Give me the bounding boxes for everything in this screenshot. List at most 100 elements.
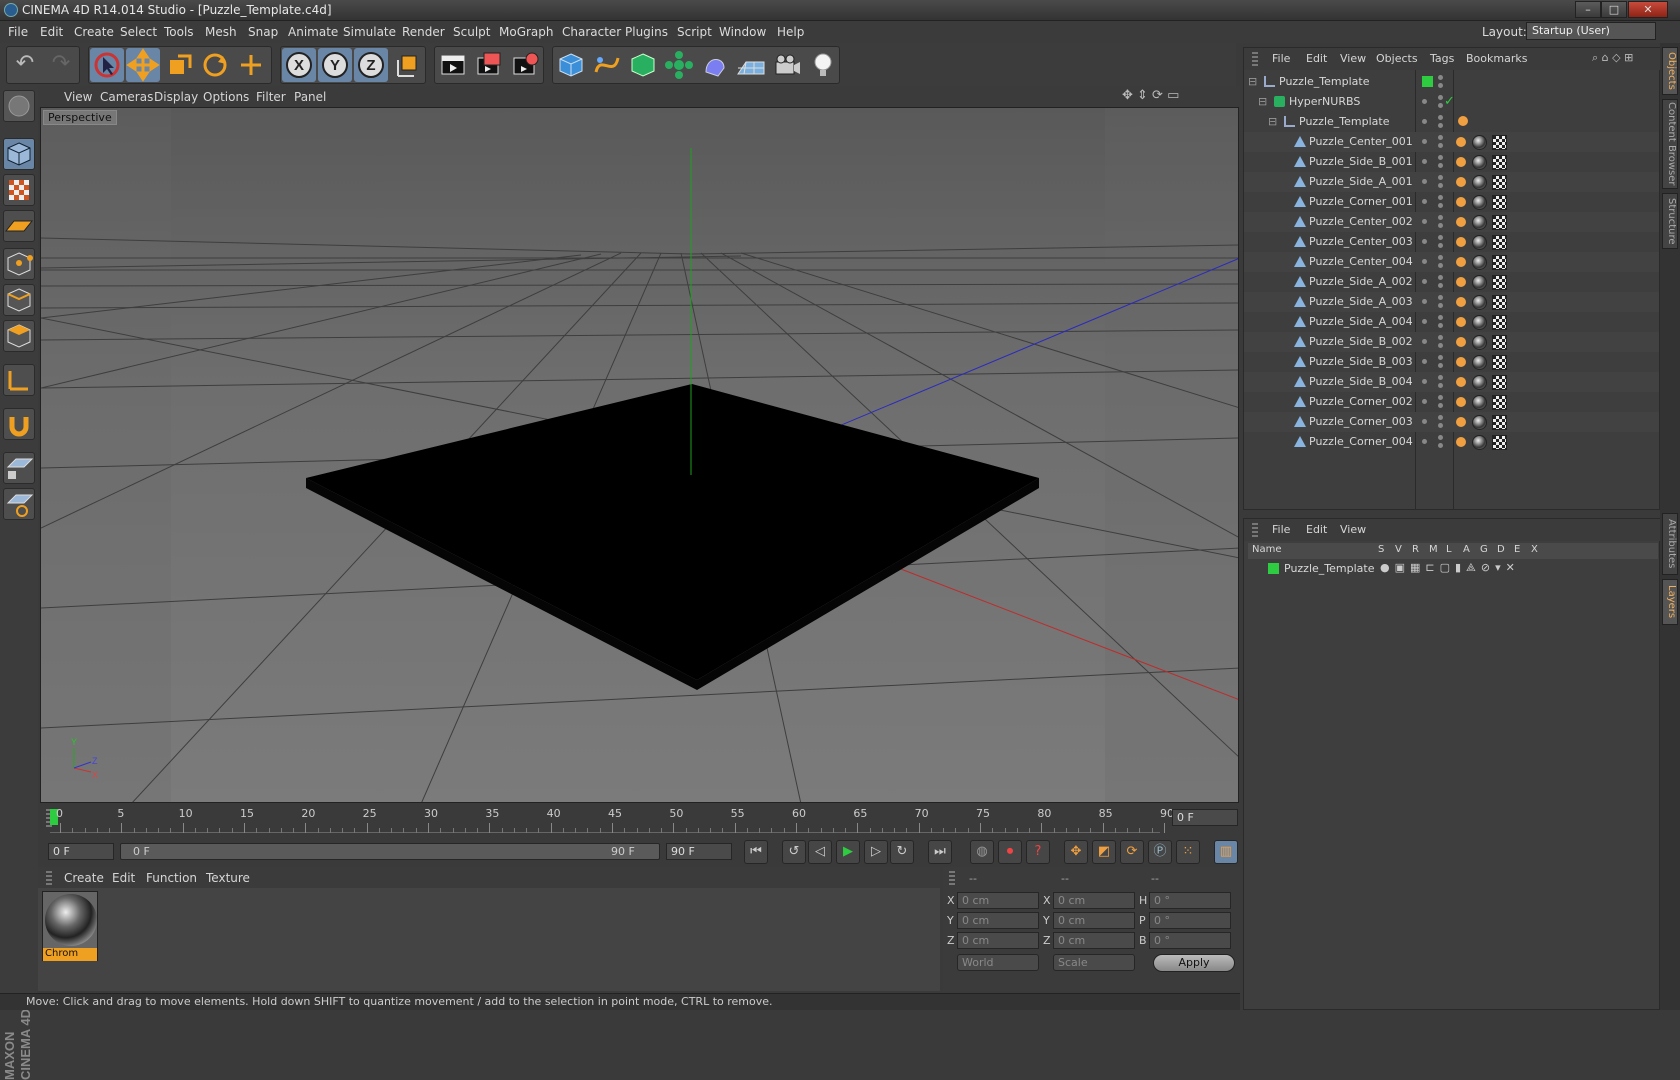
editor-visibility-dot[interactable] [1422, 279, 1427, 284]
layer-row[interactable]: Puzzle_Template ●▣▦⊏▢▮⟁⊘▾✕ [1244, 559, 1659, 579]
enabled-checkmark-icon[interactable]: ✓ [1444, 94, 1455, 109]
material-menu-edit[interactable]: Edit [112, 871, 135, 885]
layer-col-locked[interactable]: L [1446, 544, 1452, 555]
menu-animate[interactable]: Animate [288, 25, 338, 39]
material-menu-function[interactable]: Function [146, 871, 197, 885]
chrome-material-tag-icon[interactable] [1472, 395, 1487, 410]
render-visibility-dot[interactable] [1438, 255, 1443, 260]
planar-workplane-icon[interactable] [3, 488, 35, 520]
render-visibility-dot[interactable] [1438, 355, 1443, 360]
coord-y-position-field[interactable]: 0 cm [957, 912, 1039, 929]
perspective-viewport[interactable]: Y Z X Perspective [40, 107, 1239, 803]
workplane-mode-icon[interactable] [3, 210, 35, 242]
render-visibility-dot[interactable] [1438, 155, 1443, 160]
object-row[interactable]: ⊟ Puzzle_Template [1244, 112, 1659, 132]
cube-icon[interactable] [554, 48, 588, 82]
editor-visibility-dot[interactable] [1422, 299, 1427, 304]
render-visibility-dot[interactable] [1438, 135, 1443, 140]
phong-tag-icon[interactable] [1456, 297, 1466, 307]
side-tab-content-browser[interactable]: Content Browser [1662, 99, 1678, 189]
coord-z-size-field[interactable]: 0 cm [1053, 932, 1135, 949]
object-row[interactable]: Puzzle_Corner_003 [1244, 412, 1659, 432]
checker-texture-tag-icon[interactable] [1492, 175, 1507, 190]
render-visibility-dot[interactable] [1438, 315, 1443, 320]
coord-p-rotation-field[interactable]: 0 ° [1149, 912, 1231, 929]
checker-texture-tag-icon[interactable] [1492, 375, 1507, 390]
phong-tag-icon[interactable] [1456, 357, 1466, 367]
menu-mesh[interactable]: Mesh [205, 25, 237, 39]
checker-texture-tag-icon[interactable] [1492, 435, 1507, 450]
layer-col-name[interactable]: Name [1252, 544, 1282, 555]
viewport-menu-filter[interactable]: Filter [256, 90, 286, 104]
floor-icon[interactable] [734, 48, 768, 82]
key-position-icon[interactable]: ✥ [1064, 840, 1088, 864]
viewport-nav-icons[interactable]: ✥ ⇕ ⟳ ▭ [1122, 88, 1179, 103]
render-settings-icon[interactable] [508, 48, 542, 82]
texture-mode-icon[interactable] [3, 174, 35, 206]
menu-simulate[interactable]: Simulate [343, 25, 396, 39]
phong-tag-icon[interactable] [1456, 397, 1466, 407]
menu-mograph[interactable]: MoGraph [499, 25, 554, 39]
spline-pen-icon[interactable] [590, 48, 624, 82]
objects-menu-tags[interactable]: Tags [1430, 52, 1454, 65]
viewport-menu-cameras[interactable]: Cameras [100, 90, 153, 104]
chrome-material-tag-icon[interactable] [1472, 175, 1487, 190]
chrome-material-tag-icon[interactable] [1472, 235, 1487, 250]
coord-z-position-field[interactable]: 0 cm [957, 932, 1039, 949]
render-visibility-dot[interactable] [1438, 203, 1443, 208]
object-row[interactable]: Puzzle_Side_B_003 [1244, 352, 1659, 372]
object-row[interactable]: Puzzle_Side_A_003 [1244, 292, 1659, 312]
layer-col-view[interactable]: V [1395, 544, 1402, 555]
side-tab-layers[interactable]: Layers [1662, 579, 1678, 625]
key-scale-icon[interactable]: ◩ [1092, 840, 1116, 864]
render-view-icon[interactable] [436, 48, 470, 82]
checker-texture-tag-icon[interactable] [1492, 135, 1507, 150]
next-key-icon[interactable]: ↻ [890, 840, 914, 864]
layer-col-generators[interactable]: G [1480, 544, 1488, 555]
record-keys-icon[interactable]: ◍ [970, 840, 994, 864]
editor-visibility-dot[interactable] [1422, 179, 1427, 184]
key-pla-icon[interactable]: ⁙ [1176, 840, 1200, 864]
menu-tools[interactable]: Tools [164, 25, 194, 39]
render-visibility-dot[interactable] [1438, 215, 1443, 220]
light-icon[interactable] [806, 48, 840, 82]
layer-col-deformers[interactable]: D [1497, 544, 1505, 555]
render-visibility-dot[interactable] [1438, 303, 1443, 308]
material-swatch[interactable]: Chrom [42, 891, 98, 961]
material-menu-texture[interactable]: Texture [206, 871, 250, 885]
object-row[interactable]: Puzzle_Center_004 [1244, 252, 1659, 272]
menu-plugins[interactable]: Plugins [625, 25, 668, 39]
next-frame-icon[interactable]: ▷ [864, 840, 888, 864]
object-row[interactable]: Puzzle_Side_A_001 [1244, 172, 1659, 192]
editor-visibility-dot[interactable] [1422, 399, 1427, 404]
render-visibility-dot[interactable] [1438, 395, 1443, 400]
checker-texture-tag-icon[interactable] [1492, 295, 1507, 310]
checker-texture-tag-icon[interactable] [1492, 235, 1507, 250]
phong-tag-icon[interactable] [1456, 157, 1466, 167]
timeline[interactable]: 0 5 10 15 20 25 30 35 40 45 50 55 60 65 70 75 80 85 90 0 F [38, 803, 1240, 837]
viewport-menu-display[interactable]: Display [154, 90, 198, 104]
object-row[interactable]: Puzzle_Center_002 [1244, 212, 1659, 232]
render-visibility-dot[interactable] [1438, 175, 1443, 180]
checker-texture-tag-icon[interactable] [1492, 255, 1507, 270]
layer-menu-file[interactable]: File [1272, 523, 1290, 536]
points-mode-icon[interactable] [3, 248, 35, 280]
object-row[interactable]: Puzzle_Side_B_001 [1244, 152, 1659, 172]
current-frame-field[interactable]: 0 F [1172, 809, 1238, 826]
menu-edit[interactable]: Edit [40, 25, 63, 39]
timeline-window-icon[interactable]: ▥ [1214, 840, 1238, 864]
move-icon[interactable] [126, 48, 160, 82]
editor-visibility-dot[interactable] [1422, 319, 1427, 324]
y-axis-lock-icon[interactable]: Y [318, 48, 352, 82]
editor-visibility-dot[interactable] [1422, 439, 1427, 444]
chrome-material-tag-icon[interactable] [1472, 435, 1487, 450]
objects-menu-file[interactable]: File [1272, 52, 1290, 65]
auto-keying-icon[interactable]: ⏺ [998, 840, 1022, 864]
object-row[interactable]: Puzzle_Corner_002 [1244, 392, 1659, 412]
render-visibility-dot[interactable] [1438, 383, 1443, 388]
make-editable-icon[interactable] [3, 90, 35, 122]
phong-tag-icon[interactable] [1456, 317, 1466, 327]
x-axis-lock-icon[interactable]: X [282, 48, 316, 82]
rotate-icon[interactable] [198, 48, 232, 82]
chrome-material-tag-icon[interactable] [1472, 335, 1487, 350]
